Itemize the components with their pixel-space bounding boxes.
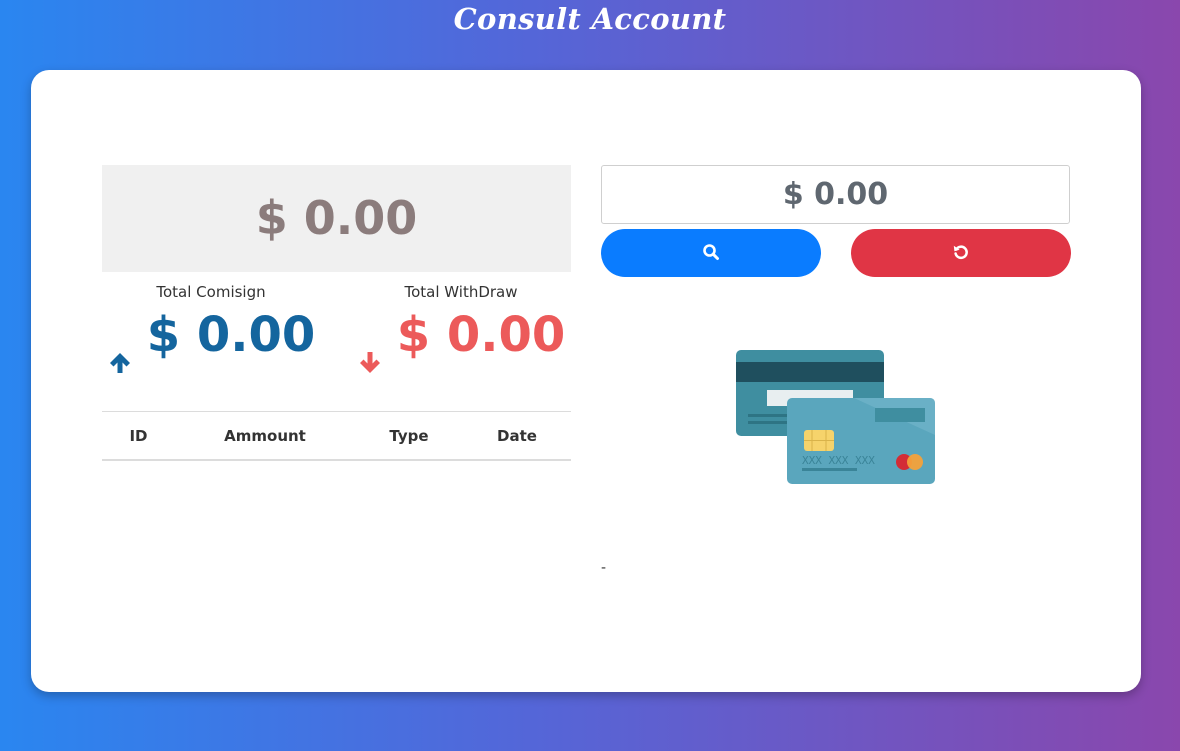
transactions-table: ID Ammount Type Date [102,411,571,461]
amount-input[interactable] [601,165,1070,224]
column-header-id[interactable]: ID [102,411,175,461]
total-withdraw-value: $ 0.00 [396,307,566,363]
credit-cards-icon: XXX XXX XXX [734,350,936,486]
account-card: $ 0.00 Total Comisign $ 0.00 Total WithD… [31,70,1141,692]
total-comision-value-row: $ 0.00 [91,307,331,373]
refresh-icon [952,243,970,264]
total-withdraw-value-row: $ 0.00 [341,307,581,373]
column-header-ammount[interactable]: Ammount [175,411,355,461]
total-comision-value: $ 0.00 [146,307,316,363]
total-withdraw-stat: Total WithDraw $ 0.00 [341,283,581,373]
arrow-down-icon [357,331,383,373]
page-title: Consult Account [453,2,727,36]
total-comision-stat: Total Comisign $ 0.00 [91,283,331,373]
balance-display: $ 0.00 [102,165,571,272]
column-header-type[interactable]: Type [355,411,463,461]
search-icon [702,243,720,264]
arrow-up-icon [107,331,133,373]
column-header-date[interactable]: Date [463,411,571,461]
reset-button[interactable] [851,229,1071,277]
card-number-text: XXX XXX XXX [802,454,875,467]
total-comision-label: Total Comisign [156,283,266,301]
result-text: - [601,560,607,576]
total-withdraw-label: Total WithDraw [404,283,518,301]
search-button[interactable] [601,229,821,277]
table-header-row: ID Ammount Type Date [102,411,571,461]
